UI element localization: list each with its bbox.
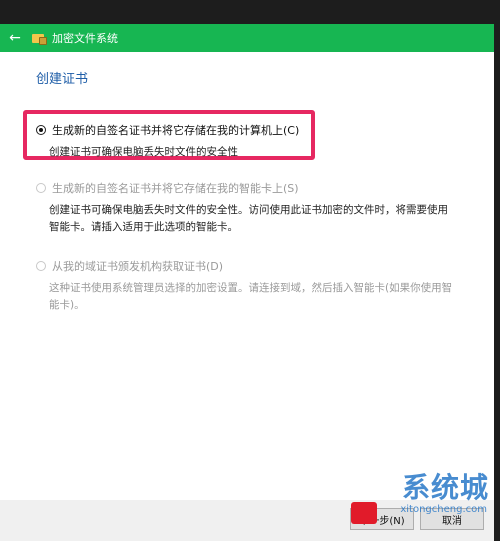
radio-button-checked[interactable] [36,125,46,135]
option-description: 创建证书可确保电脑丢失时文件的安全性 [49,146,238,158]
radio-button-disabled [36,261,46,271]
dialog-body: 创建证书 生成新的自签名证书并将它存储在我的计算机上(C) 创建证书可确保电脑丢… [0,52,494,500]
title-bar: ← 加密文件系统 [0,24,494,52]
option-description: 这种证书使用系统管理员选择的加密设置。请连接到域，然后插入智能卡(如果你使用智能… [49,282,453,311]
option-label: 生成新的自签名证书并将它存储在我的计算机上(C) [52,124,300,137]
option-domain-ca: 从我的域证书颁发机构获取证书(D) 这种证书使用系统管理员选择的加密设置。请连接… [36,258,456,314]
option-label: 从我的域证书颁发机构获取证书(D) [52,260,224,273]
section-title: 创建证书 [36,72,89,87]
option-computer-store[interactable]: 生成新的自签名证书并将它存储在我的计算机上(C) 创建证书可确保电脑丢失时文件的… [36,122,299,161]
option-description: 创建证书可确保电脑丢失时文件的安全性。访问使用此证书加密的文件时，将需要使用智能… [49,204,448,233]
cancel-button[interactable]: 取消 [420,508,484,530]
option-label: 生成新的自签名证书并将它存储在我的智能卡上(S) [52,182,299,195]
window-title: 加密文件系统 [52,32,118,45]
radio-button-disabled [36,183,46,193]
next-button[interactable]: 下一步(N) [350,508,414,530]
screen-frame: ← 加密文件系统 创建证书 生成新的自签名证书并将它存储在我的计算机上(C) 创… [0,0,500,541]
option-smartcard-store: 生成新的自签名证书并将它存储在我的智能卡上(S) 创建证书可确保电脑丢失时文件的… [36,180,456,236]
folder-lock-icon [32,32,47,45]
dialog-footer: 下一步(N) 取消 [0,500,494,541]
lock-shape [39,37,47,45]
back-arrow-icon[interactable]: ← [0,24,30,52]
